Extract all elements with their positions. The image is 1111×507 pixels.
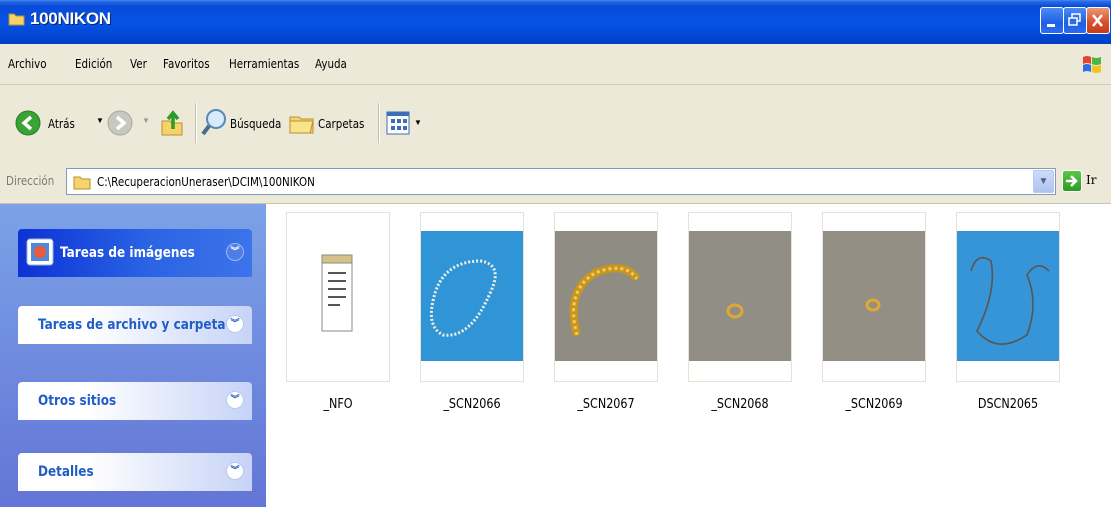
image-tasks-icon (26, 238, 54, 266)
task-pane: Tareas de imágenes ︾ Tareas de archivo y… (0, 204, 266, 507)
maximize-button[interactable] (1063, 7, 1087, 34)
file-name[interactable]: _NFO (286, 397, 389, 412)
file-thumbnail[interactable] (688, 212, 792, 382)
window-title: 100NIKON (30, 9, 111, 28)
menu-ver[interactable]: Ver (130, 57, 147, 71)
file-thumbnail[interactable] (286, 212, 390, 382)
panel-title: Detalles (38, 464, 94, 480)
search-label: Búsqueda (230, 117, 282, 131)
file-name[interactable]: _SCN2066 (420, 397, 523, 412)
chevron-expand-icon[interactable]: ︾ (226, 391, 244, 409)
file-view: _NFO _SCN2066 _SCN2067 _SCN2068 _SCN2069 (266, 204, 1111, 507)
search-magnifier-icon (201, 109, 226, 136)
go-label[interactable]: Ir (1086, 173, 1096, 187)
back-button[interactable]: Atrás ▼ (12, 107, 104, 141)
close-icon (1092, 14, 1103, 27)
file-thumbnail[interactable] (554, 212, 658, 382)
search-button[interactable]: Búsqueda (200, 107, 282, 141)
forward-dropdown-icon: ▼ (142, 116, 150, 125)
address-input[interactable]: C:\RecuperacionUneraser\DCIM\100NIKON ▼ (66, 168, 1056, 195)
panel-details[interactable]: Detalles ︾ (18, 453, 252, 491)
address-bar: Dirección C:\RecuperacionUneraser\DCIM\1… (0, 159, 1111, 204)
back-dropdown-icon[interactable]: ▼ (96, 116, 104, 125)
panel-file-folder-tasks[interactable]: Tareas de archivo y carpeta ︾ (18, 306, 252, 344)
text-document-icon (321, 254, 353, 332)
minimize-icon (1047, 24, 1055, 27)
forward-button[interactable]: ▼ (104, 107, 150, 141)
panel-other-places[interactable]: Otros sitios ︾ (18, 382, 252, 420)
go-button[interactable] (1062, 170, 1082, 192)
folders-button[interactable]: Carpetas (288, 107, 372, 141)
toolbar-separator (378, 103, 380, 143)
toolbar: Atrás ▼ ▼ Búsqueda Carpetas ▼ (0, 85, 1111, 160)
restore-icon (1068, 13, 1081, 26)
windows-logo-icon (1083, 56, 1101, 73)
menu-favoritos[interactable]: Favoritos (163, 57, 210, 71)
folders-label: Carpetas (318, 117, 365, 131)
back-arrow-icon (15, 110, 41, 136)
pearl-necklace-photo (421, 231, 523, 361)
gold-bracelet-photo (555, 231, 657, 361)
gold-ring-photo (823, 231, 925, 361)
menu-archivo[interactable]: Archivo (8, 57, 47, 71)
panel-title: Tareas de archivo y carpeta (38, 317, 226, 333)
gold-ring-photo (689, 231, 791, 361)
views-dropdown-icon: ▼ (414, 118, 422, 127)
address-path: C:\RecuperacionUneraser\DCIM\100NIKON (97, 175, 315, 189)
chevron-expand-icon[interactable]: ︾ (226, 315, 244, 333)
minimize-button[interactable] (1040, 7, 1064, 34)
chain-necklace-photo (957, 231, 1059, 361)
title-bar[interactable]: 100NIKON (0, 0, 1111, 45)
address-label: Dirección (6, 174, 55, 188)
folder-icon (8, 13, 25, 26)
menu-ayuda[interactable]: Ayuda (315, 57, 347, 71)
chevron-expand-icon[interactable]: ︾ (226, 462, 244, 480)
file-name[interactable]: _SCN2067 (554, 397, 657, 412)
panel-title: Tareas de imágenes (60, 245, 195, 261)
folder-up-icon[interactable] (158, 107, 188, 139)
chevron-collapse-icon[interactable]: ︾ (226, 243, 244, 261)
close-button[interactable] (1086, 7, 1110, 34)
folder-icon (73, 176, 91, 190)
file-name[interactable]: _SCN2069 (822, 397, 925, 412)
menu-bar: Archivo Edición Ver Favoritos Herramient… (0, 44, 1111, 85)
file-thumbnail[interactable] (420, 212, 524, 382)
file-thumbnail[interactable] (822, 212, 926, 382)
address-dropdown-button[interactable]: ▼ (1033, 170, 1054, 193)
panel-title: Otros sitios (38, 393, 117, 409)
panel-image-tasks[interactable]: Tareas de imágenes ︾ (18, 229, 252, 277)
menu-herramientas[interactable]: Herramientas (229, 57, 299, 71)
views-button[interactable]: ▼ (386, 109, 426, 139)
folders-icon (289, 116, 314, 134)
forward-arrow-icon (107, 110, 133, 136)
file-name[interactable]: DSCN2065 (956, 397, 1059, 412)
chevron-down-icon: ▼ (1038, 176, 1049, 187)
toolbar-separator (195, 103, 197, 143)
views-icon (386, 111, 410, 135)
file-thumbnail[interactable] (956, 212, 1060, 382)
back-label: Atrás (48, 117, 75, 131)
menu-edicion[interactable]: Edición (75, 57, 112, 71)
go-arrow-icon (1066, 175, 1078, 187)
file-name[interactable]: _SCN2068 (688, 397, 791, 412)
